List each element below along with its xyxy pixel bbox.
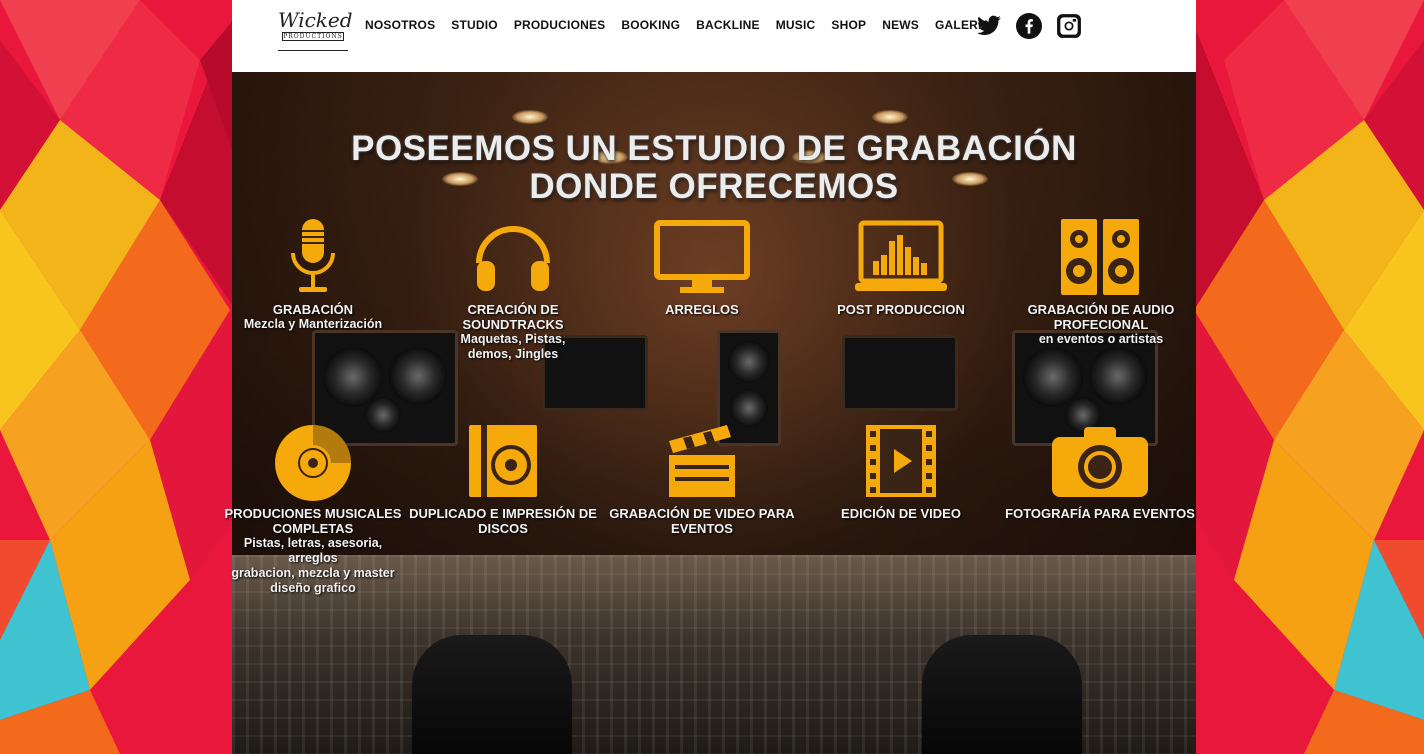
service-title: ARREGLOS — [665, 302, 739, 317]
facebook-icon[interactable] — [1016, 13, 1042, 39]
service-desc: Maquetas, Pistas, demos, Jingles — [460, 332, 566, 361]
studio-background — [232, 0, 1196, 754]
nav-item-nosotros[interactable]: NOSOTROS — [365, 18, 435, 32]
camera-icon — [1052, 427, 1148, 497]
nav-item-booking[interactable]: BOOKING — [621, 18, 680, 32]
service-grabacion[interactable]: GRABACIÓN Mezcla y Manterización — [218, 212, 408, 332]
service-producciones-completas[interactable]: PRODUCIONES MUSICALES COMPLETAS Pistas, … — [218, 416, 408, 596]
nav-item-produciones[interactable]: PRODUCIONES — [514, 18, 606, 32]
headline-line-1: POSEEMOS UN ESTUDIO DE GRABACIÓN — [351, 129, 1077, 168]
cd-icon — [275, 425, 351, 501]
monitor-icon — [654, 220, 750, 293]
service-soundtracks[interactable]: CREACIÓN DE SOUNDTRACKS Maquetas, Pistas… — [418, 212, 608, 362]
studio-monitor-screen-2 — [842, 335, 958, 411]
service-desc: Mezcla y Manterización — [243, 317, 383, 331]
service-desc: Pistas, letras, asesoria, arreglos graba… — [231, 536, 395, 595]
headphones-icon — [476, 226, 550, 291]
service-edicion-video[interactable]: EDICIÓN DE VIDEO — [806, 416, 996, 521]
nav-item-news[interactable]: NEWS — [882, 18, 919, 32]
top-navbar: Wicked PRODUCTIONS NOSOTROS STUDIO PRODU… — [232, 0, 1196, 72]
service-duplicado-discos[interactable]: DUPLICADO E IMPRESIÓN DE DISCOS — [408, 416, 598, 536]
headline-line-2: DONDE OFRECEMOS — [529, 167, 899, 206]
speakers-icon — [1061, 219, 1139, 295]
disc-case-icon — [469, 425, 537, 497]
service-arreglos[interactable]: ARREGLOS — [607, 212, 797, 317]
nav-item-backline[interactable]: BACKLINE — [696, 18, 760, 32]
laptop-equalizer-icon — [855, 220, 947, 291]
service-title: GRABACIÓN DE AUDIO PROFECIONAL — [1027, 302, 1175, 332]
service-title: POST PRODUCCION — [837, 302, 965, 317]
studio-chair-right — [922, 635, 1082, 754]
service-title: GRABACIÓN — [272, 302, 354, 317]
social-links — [976, 13, 1082, 39]
film-play-icon — [866, 425, 936, 497]
service-audio-profesional[interactable]: GRABACIÓN DE AUDIO PROFECIONAL en evento… — [1006, 212, 1196, 347]
logo-script-text: Wicked — [278, 8, 353, 32]
service-fotografia[interactable]: FOTOGRAFÍA PARA EVENTOS — [1005, 416, 1195, 521]
service-title: EDICIÓN DE VIDEO — [841, 506, 961, 521]
service-title: PRODUCIONES MUSICALES COMPLETAS — [224, 506, 402, 536]
right-decorative-background — [1184, 0, 1424, 754]
nav-item-shop[interactable]: SHOP — [831, 18, 866, 32]
service-title: FOTOGRAFÍA PARA EVENTOS — [1005, 506, 1195, 521]
nav-item-music[interactable]: MUSIC — [776, 18, 816, 32]
service-title: GRABACIÓN DE VIDEO PARA EVENTOS — [609, 506, 795, 536]
service-desc: en eventos o artistas — [1038, 332, 1164, 346]
service-video-eventos[interactable]: GRABACIÓN DE VIDEO PARA EVENTOS — [607, 416, 797, 536]
nav-item-studio[interactable]: STUDIO — [451, 18, 498, 32]
main-nav-menu: NOSOTROS STUDIO PRODUCIONES BOOKING BACK… — [365, 18, 1006, 32]
studio-chair-left — [412, 635, 572, 754]
logo-sub-text: PRODUCTIONS — [282, 32, 344, 41]
instagram-icon[interactable] — [1056, 13, 1082, 39]
service-title: DUPLICADO E IMPRESIÓN DE DISCOS — [409, 506, 597, 536]
clapperboard-icon — [669, 425, 735, 497]
twitter-icon[interactable] — [976, 13, 1002, 39]
microphone-icon — [291, 219, 335, 292]
service-title: CREACIÓN DE SOUNDTRACKS — [462, 302, 564, 332]
page-headline: POSEEMOS UN ESTUDIO DE GRABACIÓN DONDE O… — [232, 130, 1196, 206]
wicked-productions-logo[interactable]: Wicked PRODUCTIONS — [278, 8, 353, 51]
left-decorative-background — [0, 0, 250, 754]
service-post-produccion[interactable]: POST PRODUCCION — [806, 212, 996, 317]
